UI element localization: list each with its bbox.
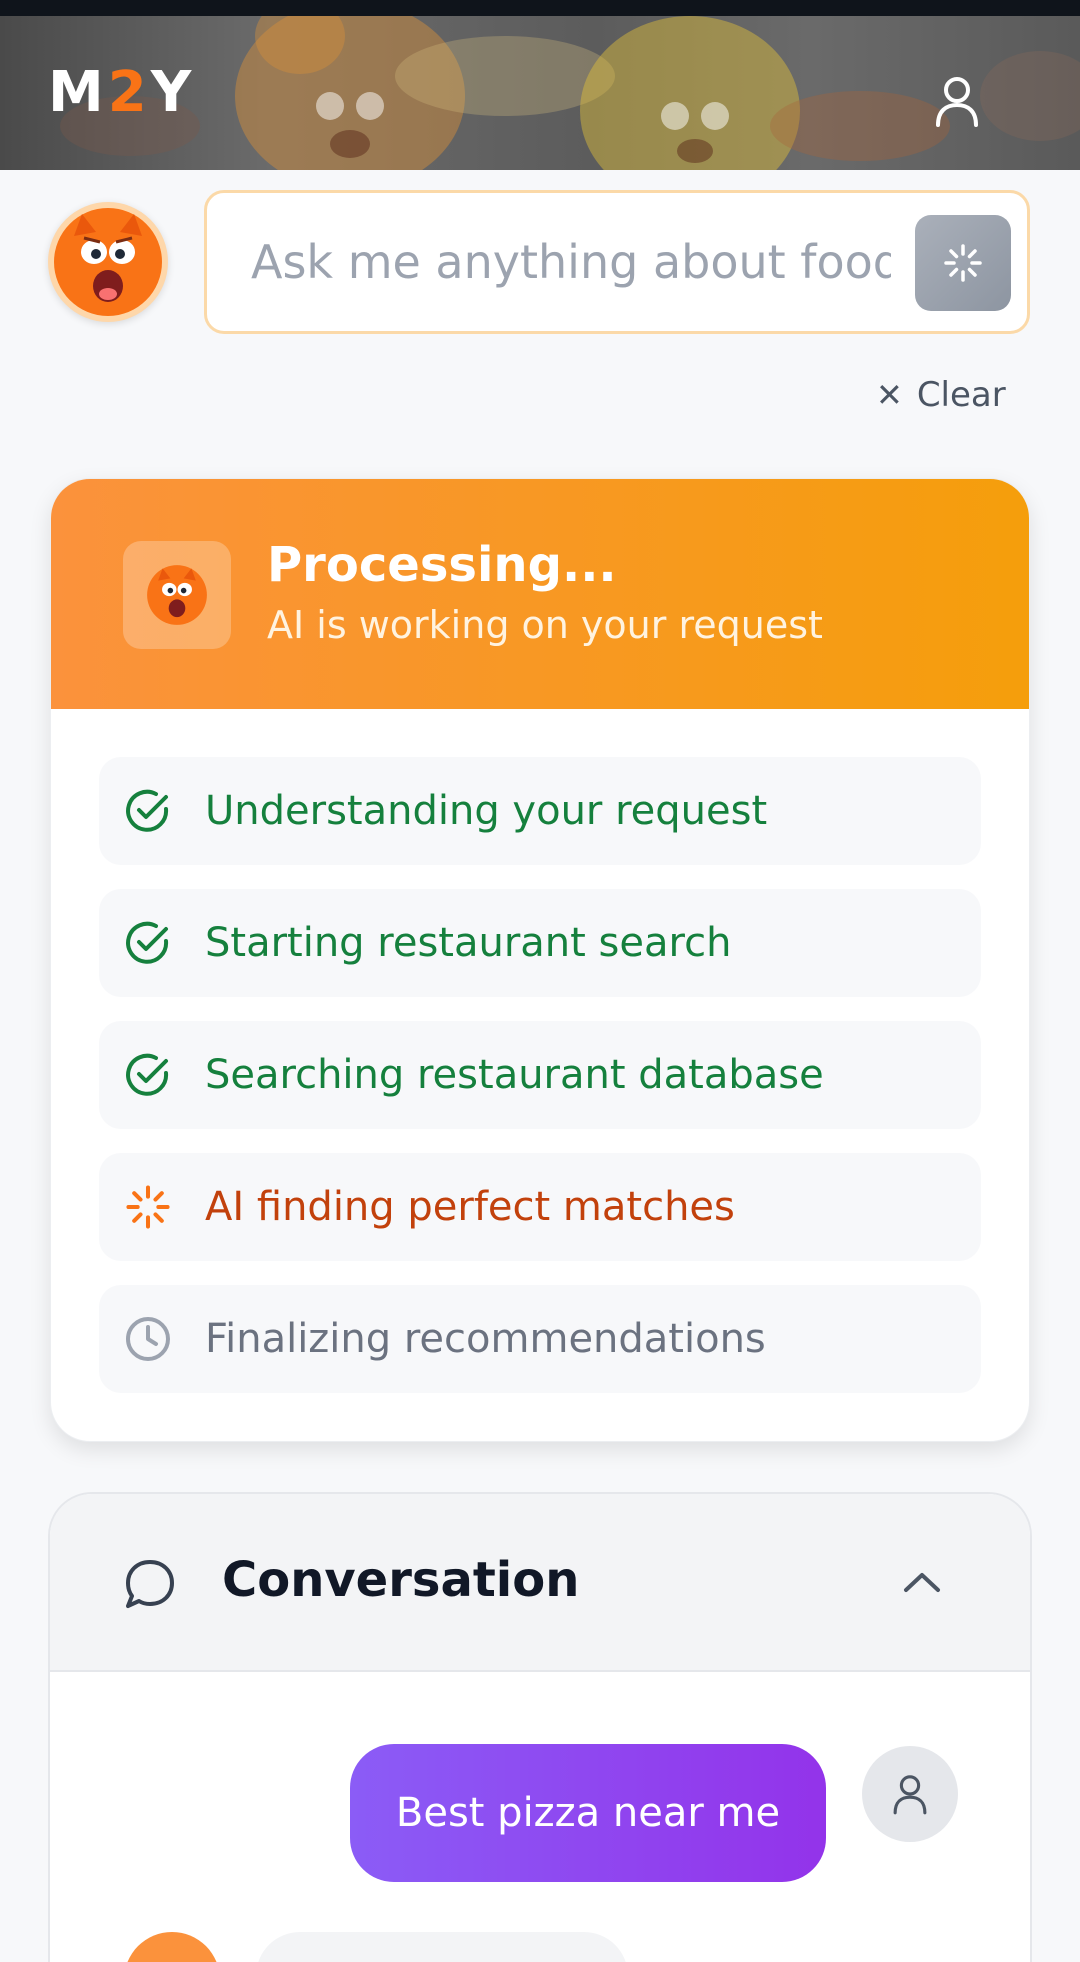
- user-outline-icon: [936, 77, 978, 127]
- check-circle-icon: [123, 786, 173, 836]
- clock-icon: [123, 1314, 173, 1364]
- app-header: M2Y: [0, 16, 1080, 170]
- send-button[interactable]: [915, 215, 1011, 311]
- processing-title: Processing...: [267, 537, 617, 593]
- assistant-message-avatar: [124, 1932, 220, 1962]
- assistant-message-bubble: [256, 1932, 628, 1962]
- close-icon: ✕: [876, 376, 903, 414]
- app-logo[interactable]: M2Y: [48, 60, 195, 125]
- step-label: Understanding your request: [205, 788, 768, 834]
- step-label: Finalizing recommendations: [205, 1316, 766, 1362]
- processing-header: Processing... AI is working on your requ…: [51, 479, 1029, 709]
- logo-letter-2: 2: [107, 60, 151, 125]
- progress-step: Understanding your request: [99, 757, 981, 865]
- collapse-button[interactable]: [892, 1552, 952, 1612]
- user-message-bubble: Best pizza near me: [350, 1744, 826, 1882]
- assistant-mascot-avatar: [48, 202, 168, 322]
- logo-letter-m: M: [48, 60, 108, 125]
- loading-spinner-icon: [944, 244, 982, 282]
- conversation-title: Conversation: [222, 1552, 580, 1608]
- mascot-face-icon: [147, 565, 207, 625]
- user-outline-icon: [893, 1775, 927, 1815]
- logo-letter-y: Y: [150, 60, 196, 125]
- processing-card: Processing... AI is working on your requ…: [50, 478, 1030, 1442]
- progress-step: Starting restaurant search: [99, 889, 981, 997]
- user-avatar: [862, 1746, 958, 1842]
- progress-step: Searching restaurant database: [99, 1021, 981, 1129]
- profile-button[interactable]: [922, 66, 992, 136]
- step-label: Starting restaurant search: [205, 920, 732, 966]
- conversation-panel: Conversation Best pizza near me: [48, 1492, 1032, 1962]
- chevron-up-icon: [904, 1573, 940, 1592]
- step-label: AI finding perfect matches: [205, 1184, 735, 1230]
- progress-step: Finalizing recommendations: [99, 1285, 981, 1393]
- processing-subtitle: AI is working on your request: [267, 603, 823, 647]
- status-bar: [0, 0, 1080, 16]
- mascot-face-icon: [54, 208, 162, 316]
- loading-spinner-icon: [123, 1182, 173, 1232]
- check-circle-icon: [123, 1050, 173, 1100]
- progress-step: AI finding perfect matches: [99, 1153, 981, 1261]
- search-input[interactable]: [251, 229, 891, 295]
- step-label: Searching restaurant database: [205, 1052, 824, 1098]
- chat-bubble-icon: [126, 1560, 174, 1608]
- conversation-header[interactable]: Conversation: [50, 1494, 1030, 1672]
- processing-mascot-badge: [123, 541, 231, 649]
- clear-button[interactable]: ✕ Clear: [876, 370, 1006, 420]
- search-box: [204, 190, 1030, 334]
- check-circle-icon: [123, 918, 173, 968]
- clear-label: Clear: [916, 375, 1006, 415]
